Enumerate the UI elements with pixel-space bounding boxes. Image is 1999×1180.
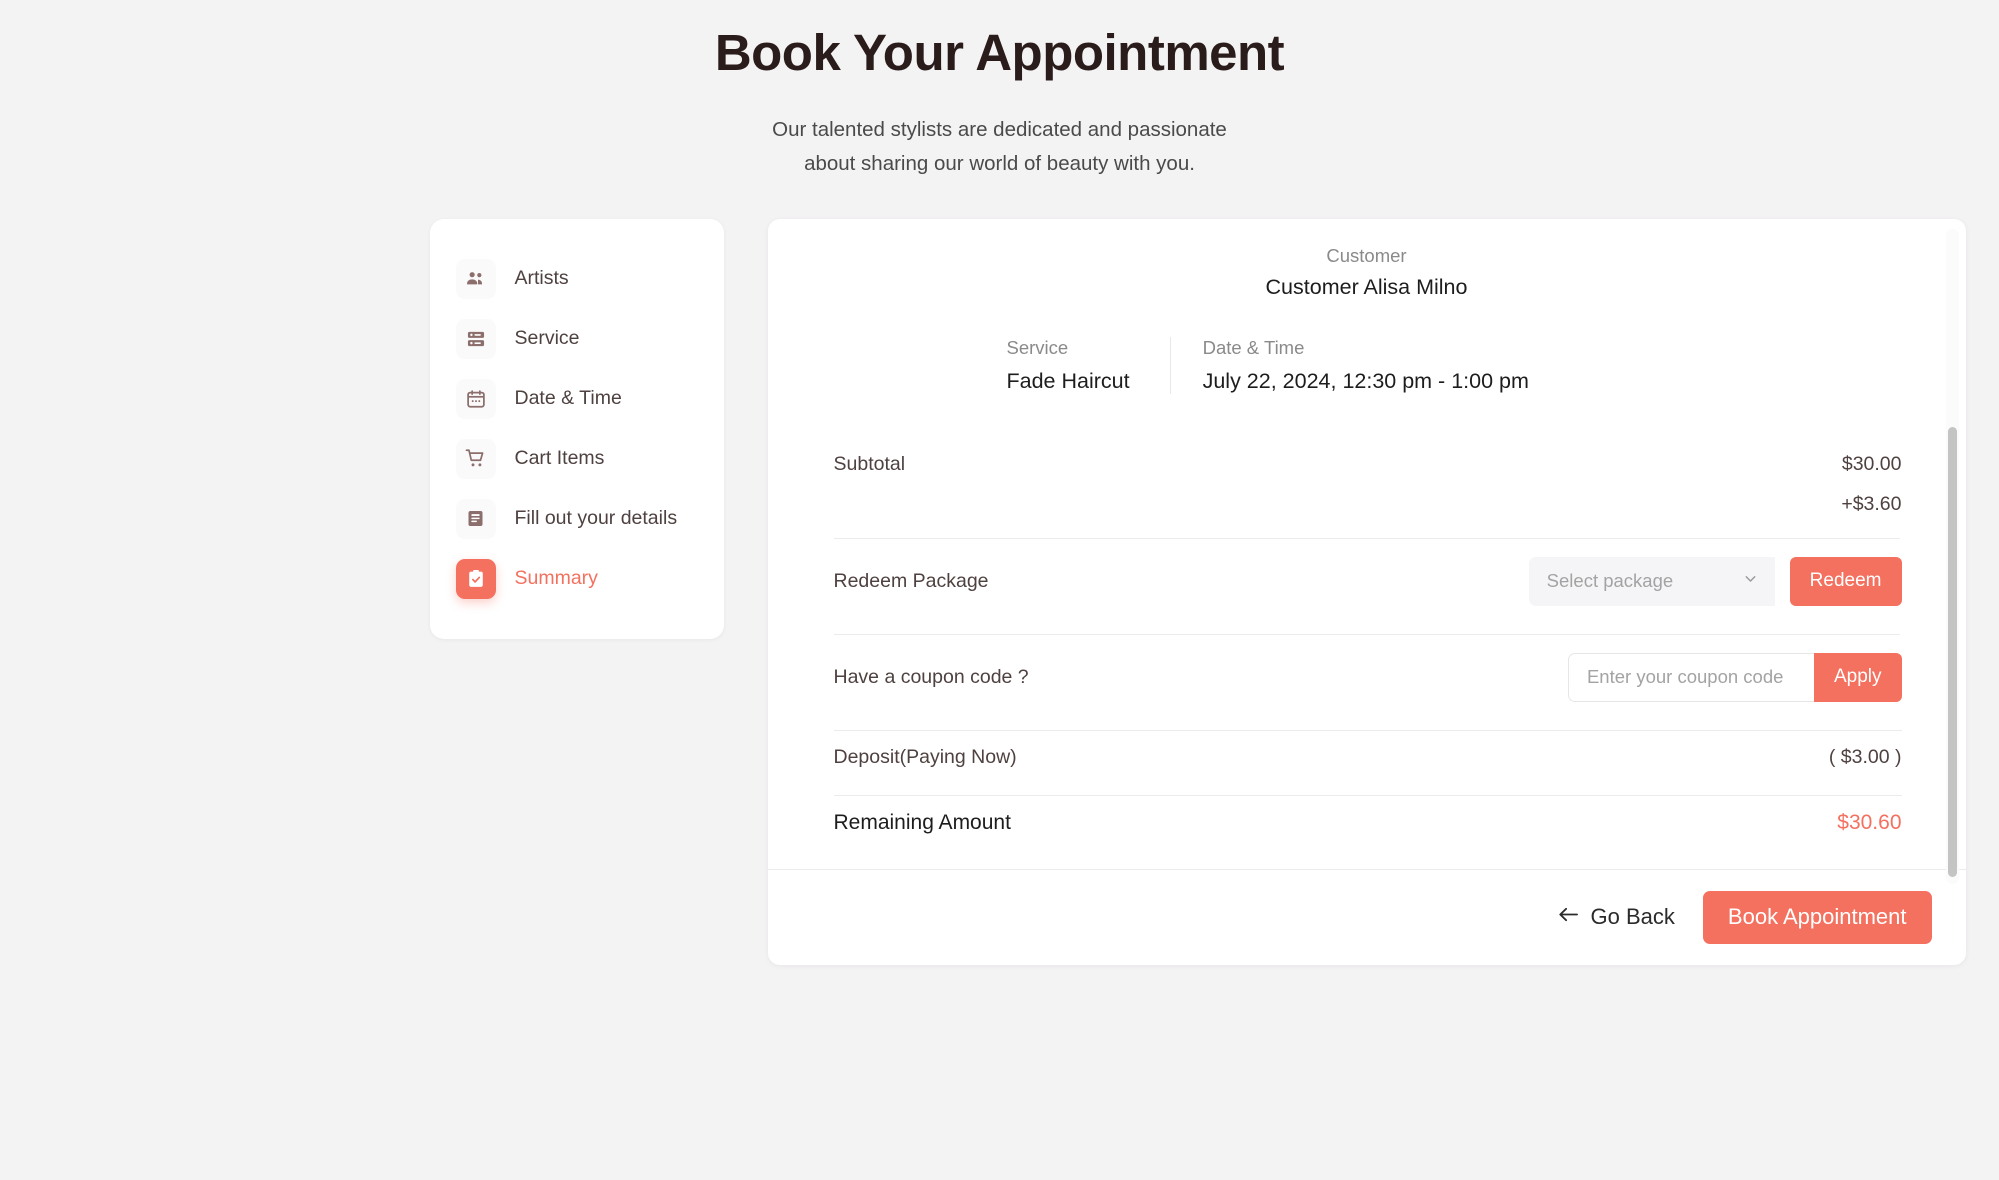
subtotal-label: Subtotal (833, 453, 906, 476)
service-value: Fade Haircut (1006, 368, 1130, 393)
page-subtitle-line1: Our talented stylists are dedicated and … (772, 117, 1227, 141)
redeem-button[interactable]: Redeem (1789, 556, 1902, 606)
coupon-row: Have a coupon code ? Apply (802, 635, 1932, 720)
arrow-left-icon (1557, 904, 1580, 930)
datetime-value: July 22, 2024, 12:30 pm - 1:00 pm (1202, 368, 1529, 393)
page-header: Book Your Appointment Our talented styli… (0, 0, 1999, 182)
pricing-block: Subtotal $30.00 +$3.60 Redeem Package Se… (802, 442, 1932, 850)
summary-panel: Customer Customer Alisa Milno Service Fa… (767, 218, 1966, 965)
sidebar-item-artists[interactable]: Artists (430, 249, 724, 309)
scrollbar-thumb[interactable] (1947, 426, 1957, 877)
panel-footer: Go Back Book Appointment (767, 868, 1966, 965)
sidebar-item-label: Summary (514, 567, 598, 590)
server-icon (455, 318, 496, 359)
people-icon (455, 258, 496, 299)
booking-page: Book Your Appointment Our talented styli… (0, 0, 1999, 1180)
subtotal-row: Subtotal $30.00 (802, 442, 1932, 488)
remaining-amount-label: Remaining Amount (833, 810, 1011, 834)
clipboard-check-icon (455, 558, 496, 599)
sidebar-item-summary[interactable]: Summary (430, 549, 724, 609)
sidebar-item-cart-items[interactable]: Cart Items (430, 429, 724, 489)
coupon-controls: Apply (1567, 652, 1902, 702)
page-subtitle: Our talented stylists are dedicated and … (0, 113, 1999, 182)
subtotal-value: $30.00 (1841, 453, 1902, 476)
service-label: Service (1006, 336, 1069, 358)
sidebar-item-date-time[interactable]: Date & Time (430, 369, 724, 429)
sidebar-item-label: Cart Items (514, 447, 605, 470)
redeem-package-label: Redeem Package (833, 569, 989, 592)
apply-coupon-button[interactable]: Apply (1813, 652, 1902, 702)
deposit-value: ( $3.00 ) (1828, 746, 1902, 769)
article-icon (455, 498, 496, 539)
remaining-amount-row: Remaining Amount $30.60 (802, 796, 1932, 850)
redeem-controls: Select package Redeem (1528, 556, 1902, 606)
appointment-meta: Service Fade Haircut Date & Time July 22… (802, 336, 1932, 394)
go-back-button[interactable]: Go Back (1557, 904, 1675, 930)
customer-name: Customer Alisa Milno (1265, 274, 1468, 299)
calendar-icon (455, 378, 496, 419)
package-select[interactable]: Select package (1528, 556, 1775, 606)
sidebar-item-label: Artists (514, 267, 569, 290)
coupon-input[interactable] (1567, 652, 1814, 702)
book-appointment-button[interactable]: Book Appointment (1702, 890, 1932, 944)
sidebar-item-label: Fill out your details (514, 507, 678, 530)
sidebar-item-label: Service (514, 327, 580, 350)
deposit-label: Deposit(Paying Now) (833, 746, 1017, 769)
page-subtitle-line2: about sharing our world of beauty with y… (804, 152, 1195, 176)
steps-sidebar: Artists Service Date & Time Cart Items F… (429, 218, 724, 639)
package-select-value: Select package (1546, 570, 1674, 592)
shopping-cart-icon (455, 438, 496, 479)
tax-value: +$3.60 (1841, 493, 1902, 516)
go-back-label: Go Back (1590, 904, 1675, 930)
datetime-column: Date & Time July 22, 2024, 12:30 pm - 1:… (1169, 336, 1569, 394)
datetime-label: Date & Time (1202, 336, 1305, 358)
sidebar-item-service[interactable]: Service (430, 309, 724, 369)
remaining-amount-value: $30.60 (1837, 810, 1902, 834)
sidebar-item-label: Date & Time (514, 387, 622, 410)
service-column: Service Fade Haircut (1007, 337, 1170, 394)
redeem-package-row: Redeem Package Select package Redeem (802, 539, 1932, 624)
tax-row: +$3.60 (802, 488, 1932, 528)
chevron-down-icon (1742, 570, 1759, 592)
deposit-row: Deposit(Paying Now) ( $3.00 ) (802, 731, 1932, 785)
booking-body: Artists Service Date & Time Cart Items F… (230, 218, 1966, 965)
coupon-label: Have a coupon code ? (833, 665, 1029, 688)
sidebar-item-fill-out-your-details[interactable]: Fill out your details (430, 489, 724, 549)
page-title: Book Your Appointment (714, 24, 1285, 81)
summary-scroll-area: Customer Customer Alisa Milno Service Fa… (768, 219, 1966, 869)
panel-scrollbar[interactable] (1945, 228, 1959, 884)
customer-label: Customer (1326, 244, 1407, 266)
